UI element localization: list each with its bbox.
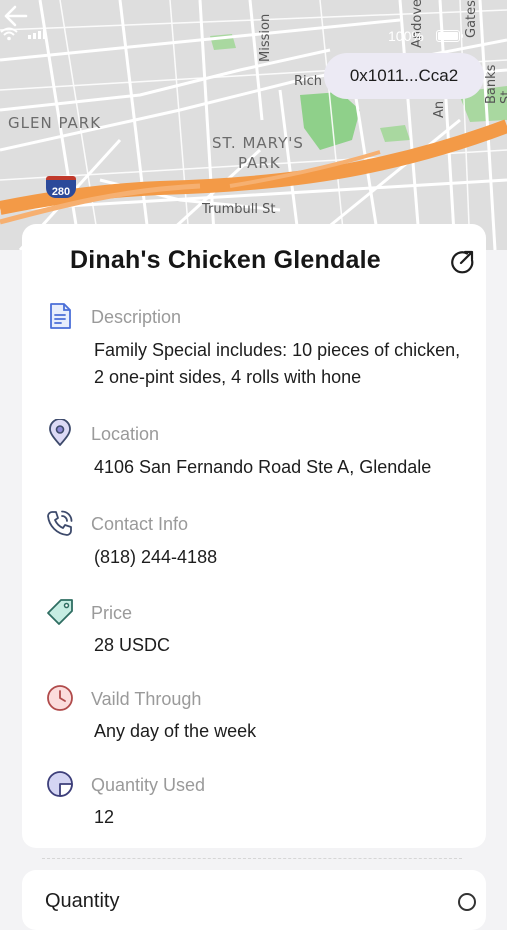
- location-pin-icon: [49, 419, 71, 446]
- map-label-an: An: [432, 100, 447, 118]
- field-value: (818) 244-4188: [94, 547, 218, 567]
- highway-shield: 280: [46, 176, 76, 198]
- field-value: 28 USDC: [94, 635, 171, 655]
- field-value: Family Special includes: 10 pieces of ch…: [94, 340, 461, 387]
- battery-percentage: 100%: [388, 28, 424, 44]
- field-label: Location: [91, 424, 160, 444]
- status-bar: 100%: [0, 26, 507, 46]
- field-label: Contact Info: [91, 514, 189, 534]
- map-label-st-marys: ST. MARY'S: [212, 134, 304, 152]
- offer-title: Dinah's Chicken Glendale: [70, 246, 381, 274]
- wallet-address-button[interactable]: 0x1011...Cca2: [324, 53, 484, 99]
- pie-chart-icon: [47, 771, 73, 797]
- share-icon[interactable]: [448, 248, 476, 276]
- field-value: 12: [94, 807, 115, 827]
- field-value: Any day of the week: [94, 721, 257, 741]
- ticket-notch-right: [474, 846, 496, 870]
- field-value: 4106 San Fernando Road Ste A, Glendale: [94, 457, 432, 477]
- dashed-divider: [42, 858, 462, 859]
- map-label-trumbull: Trumbull St: [202, 202, 276, 217]
- map-label-banks: Banks St: [484, 64, 507, 104]
- map-label-glen-park: GLEN PARK: [8, 114, 102, 132]
- price-tag-icon: [47, 599, 73, 625]
- back-arrow-icon[interactable]: [0, 0, 32, 32]
- map-label-park: PARK: [238, 154, 281, 172]
- map-label-richland: Rich: [294, 74, 323, 89]
- field-label: Quantity Used: [91, 775, 206, 795]
- field-label: Vaild Through: [91, 689, 202, 709]
- map-background[interactable]: GLEN PARK ST. MARY'S PARK Trumbull St Mi…: [0, 0, 507, 250]
- phone-icon: [47, 510, 73, 536]
- ticket-notch-left: [12, 846, 34, 870]
- battery-icon: [436, 30, 460, 42]
- field-label: Description: [91, 307, 182, 327]
- quantity-label: Quantity: [45, 890, 120, 912]
- clock-icon: [47, 685, 73, 711]
- field-label: Price: [91, 603, 133, 623]
- quantity-info-icon[interactable]: [458, 893, 476, 911]
- document-icon: [50, 303, 71, 329]
